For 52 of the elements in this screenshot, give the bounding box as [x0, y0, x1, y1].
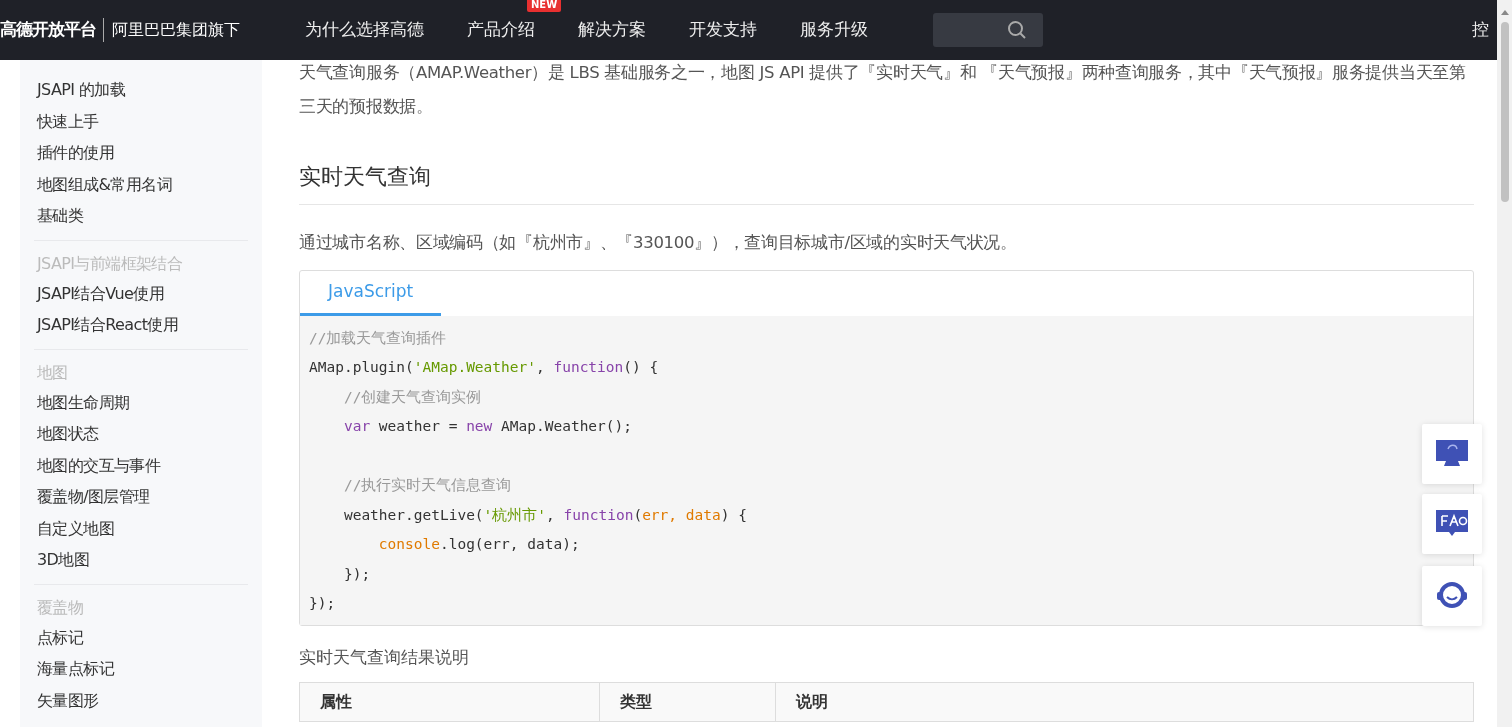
sidebar-item[interactable]: 地图生命周期: [37, 386, 248, 418]
sidebar-item[interactable]: 点标记: [37, 621, 248, 653]
sidebar-item[interactable]: 地图组成&常用名词: [37, 168, 245, 200]
code-line: weather.getLive('杭州市', function(err, data) {: [342, 505, 747, 525]
nav-link[interactable]: 产品介绍: [467, 19, 535, 40]
sidebar-item[interactable]: 插件的使用: [37, 137, 245, 169]
scrollbar-thumb[interactable]: [1500, 22, 1509, 202]
logo-subtitle: 阿里巴巴集团旗下: [103, 18, 240, 42]
floating-button[interactable]: [1422, 566, 1482, 626]
search-icon[interactable]: [1007, 20, 1027, 40]
code-line: console.log(err, data);: [377, 535, 580, 555]
nav-link[interactable]: 开发支持: [689, 19, 757, 40]
table-header: 类型: [600, 683, 776, 722]
sidebar-item[interactable]: 海量点标记: [37, 653, 248, 685]
intro-paragraph: 天气查询服务（AMAP.Weather）是 LBS 基础服务之一，地图 JS API 提供了『实时天气』和 『天气预报』两种查询服务，其中『天气预报』服务提供当天至第三天的预报数据。: [299, 62, 1467, 118]
console-link[interactable]: 控: [1472, 17, 1489, 43]
floating-button[interactable]: [1422, 494, 1482, 554]
description-text: 通过城市名称、区域编码（如『杭州市』、『330100』），查询目标城市/区域的实时天气状况。: [299, 232, 1018, 255]
sidebar-item[interactable]: 快速上手: [37, 105, 245, 137]
sidebar-item[interactable]: 地图状态: [37, 418, 248, 450]
floating-button[interactable]: [1422, 424, 1482, 484]
code-line: //创建天气查询实例: [342, 387, 482, 407]
code-line: //执行实时天气信息查询: [342, 476, 512, 496]
scrollbar[interactable]: [1497, 0, 1512, 727]
sidebar-item[interactable]: 基础类: [37, 200, 245, 232]
table-caption: 实时天气查询结果说明: [299, 646, 470, 669]
code-line: var weather = new AMap.Weather();: [342, 417, 633, 437]
code-line: //加载天气查询插件: [309, 328, 447, 348]
scroll-up-icon[interactable]: [1499, 8, 1510, 16]
table-header: 说明: [794, 691, 829, 714]
sidebar-item[interactable]: 地图的交互与事件: [37, 449, 248, 481]
sidebar-item[interactable]: JSAPI 的加载: [37, 74, 245, 106]
sidebar-group-title: 覆盖物: [37, 596, 85, 619]
section-heading: 实时天气查询: [299, 164, 1474, 206]
sidebar-item[interactable]: 矢量图形: [37, 684, 248, 716]
sidebar-item[interactable]: 覆盖物/图层管理: [37, 481, 248, 513]
sidebar-item[interactable]: JSAPI结合Vue使用: [37, 277, 248, 309]
sidebar-group-title: JSAPI与前端框架结合: [37, 252, 184, 275]
search-field[interactable]: [933, 13, 1043, 47]
code-line: AMap.plugin('AMap.Weather', function() {: [309, 358, 659, 378]
new-badge: NEW: [527, 0, 562, 13]
logo[interactable]: 高德开放平台: [0, 17, 96, 43]
sidebar-item[interactable]: JSAPI结合React使用: [37, 309, 248, 341]
table-header: 属性: [300, 683, 600, 722]
nav-link[interactable]: 解决方案: [578, 19, 646, 40]
sidebar-item[interactable]: 自定义地图: [37, 512, 248, 544]
nav-link[interactable]: 为什么选择高德: [305, 19, 424, 40]
sidebar-item[interactable]: 3D地图: [37, 544, 248, 576]
code-line: });: [309, 594, 336, 614]
nav-link[interactable]: 服务升级: [800, 19, 868, 40]
code-line: });: [342, 564, 371, 584]
sidebar-group-title: 地图: [37, 361, 69, 384]
